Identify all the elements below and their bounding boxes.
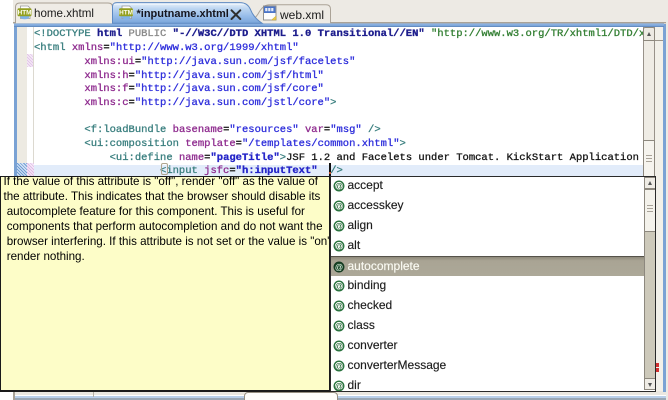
svg-text:@: @: [335, 182, 343, 191]
svg-text:@: @: [335, 382, 343, 391]
svg-text:@: @: [335, 362, 343, 371]
svg-text:*inputname.xhtml: *inputname.xhtml: [137, 8, 229, 20]
svg-text:@: @: [335, 322, 343, 331]
svg-text:HTM: HTM: [18, 10, 32, 17]
svg-text:@: @: [335, 242, 343, 251]
svg-text:@: @: [335, 202, 343, 211]
svg-text:@: @: [335, 263, 343, 272]
svg-text:@: @: [335, 282, 343, 291]
svg-text:web.xml: web.xml: [279, 8, 324, 22]
svg-text:@: @: [335, 302, 343, 311]
svg-text:home.xhtml: home.xhtml: [34, 7, 94, 20]
svg-text:HTM: HTM: [119, 10, 133, 17]
svg-text:@: @: [335, 342, 343, 351]
svg-text:@: @: [335, 222, 343, 231]
